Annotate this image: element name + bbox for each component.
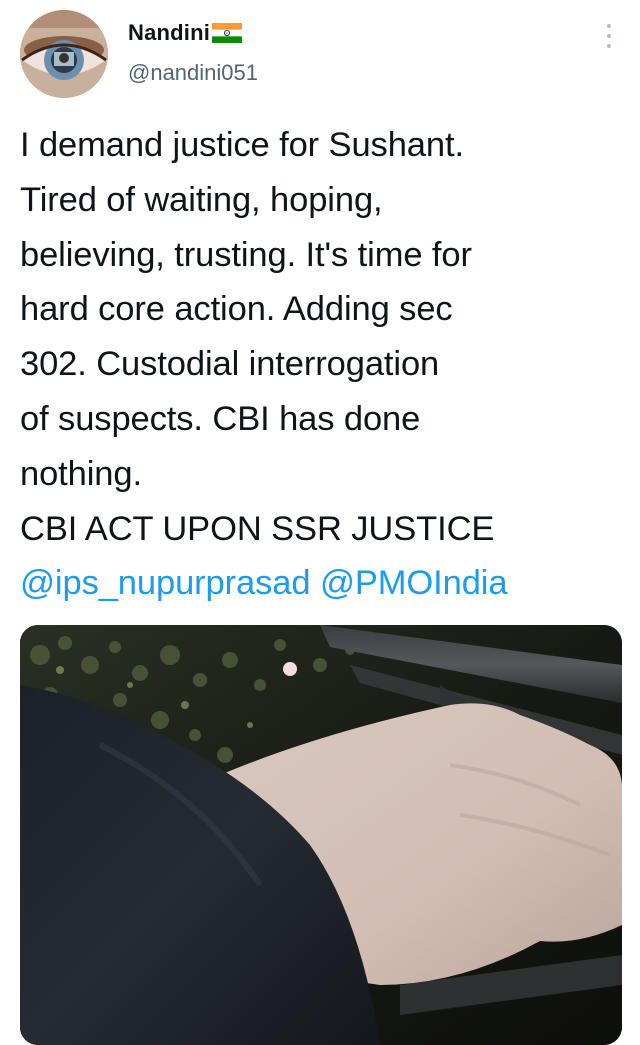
more-vertical-icon[interactable] [604,24,614,48]
mentions-line: @ips_nupurprasad @PMOIndia [20,556,625,611]
tweet-line: Tired of waiting, hoping, [20,180,383,219]
tweet-text: I demand justice for Sushant. Tired of w… [20,118,625,611]
tweet-line: CBI ACT UPON SSR JUSTICE [20,509,495,548]
avatar[interactable] [20,10,108,98]
tweet-line: I demand justice for Sushant. [20,126,464,164]
hand-on-railing-photo [20,625,622,1045]
mention-link[interactable]: @PMOIndia [320,564,508,602]
tweet-line: of suspects. CBI has done [20,399,421,438]
menu-dot [607,34,611,38]
tweet-line: nothing. [20,454,142,493]
author-name-row[interactable]: Nandini [128,18,243,48]
tweet-line: believing, trusting. It's time for [20,235,472,274]
tweet-line: hard core action. Adding sec [20,290,453,329]
menu-dot [607,24,611,28]
display-name[interactable]: Nandini [128,20,210,46]
tweet-line: 302. Custodial interrogation [20,345,440,384]
author-handle[interactable]: @nandini051 [128,60,258,86]
india-flag-icon [212,23,243,43]
menu-dot [607,44,611,48]
mention-link[interactable]: @ips_nupurprasad [20,564,311,602]
tweet-photo[interactable] [20,625,622,1045]
eye-avatar-icon [20,10,108,98]
